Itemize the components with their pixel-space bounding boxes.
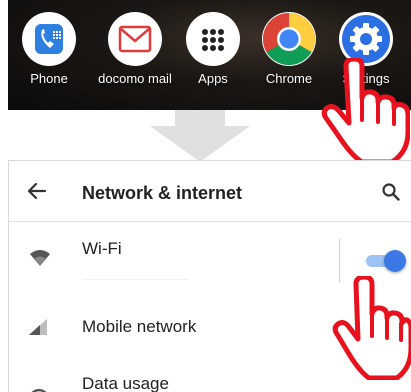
apps-grid-icon — [186, 12, 240, 66]
wifi-toggle[interactable] — [366, 250, 406, 272]
wifi-network-name — [82, 265, 188, 280]
mobile-network-label: Mobile network — [82, 317, 197, 336]
chrome-app[interactable]: Chrome — [252, 12, 326, 86]
phone-app[interactable]: Phone — [12, 12, 86, 86]
pointer-hand-icon — [332, 276, 411, 380]
app-label: docomo mail — [98, 71, 172, 86]
wifi-label: Wi-Fi — [82, 239, 122, 258]
app-label: Apps — [198, 71, 228, 86]
mail-icon — [108, 12, 162, 66]
signal-icon — [29, 319, 47, 335]
down-arrow-icon — [150, 110, 250, 162]
settings-toolbar: Network & internet — [9, 161, 411, 222]
toggle-thumb — [384, 250, 406, 272]
phone-icon — [22, 12, 76, 66]
docomo-mail-app[interactable]: docomo mail — [98, 12, 172, 86]
app-label: Chrome — [265, 71, 313, 86]
data-usage-label: Data usage — [82, 374, 169, 392]
page-title: Network & internet — [82, 183, 243, 203]
wifi-icon — [30, 250, 50, 266]
chrome-icon — [262, 12, 316, 66]
back-arrow-icon[interactable] — [27, 182, 47, 200]
apps-drawer[interactable]: Apps — [176, 12, 250, 86]
pointer-hand-icon — [321, 58, 410, 163]
app-label: Phone — [30, 71, 68, 86]
search-icon[interactable] — [382, 183, 400, 201]
